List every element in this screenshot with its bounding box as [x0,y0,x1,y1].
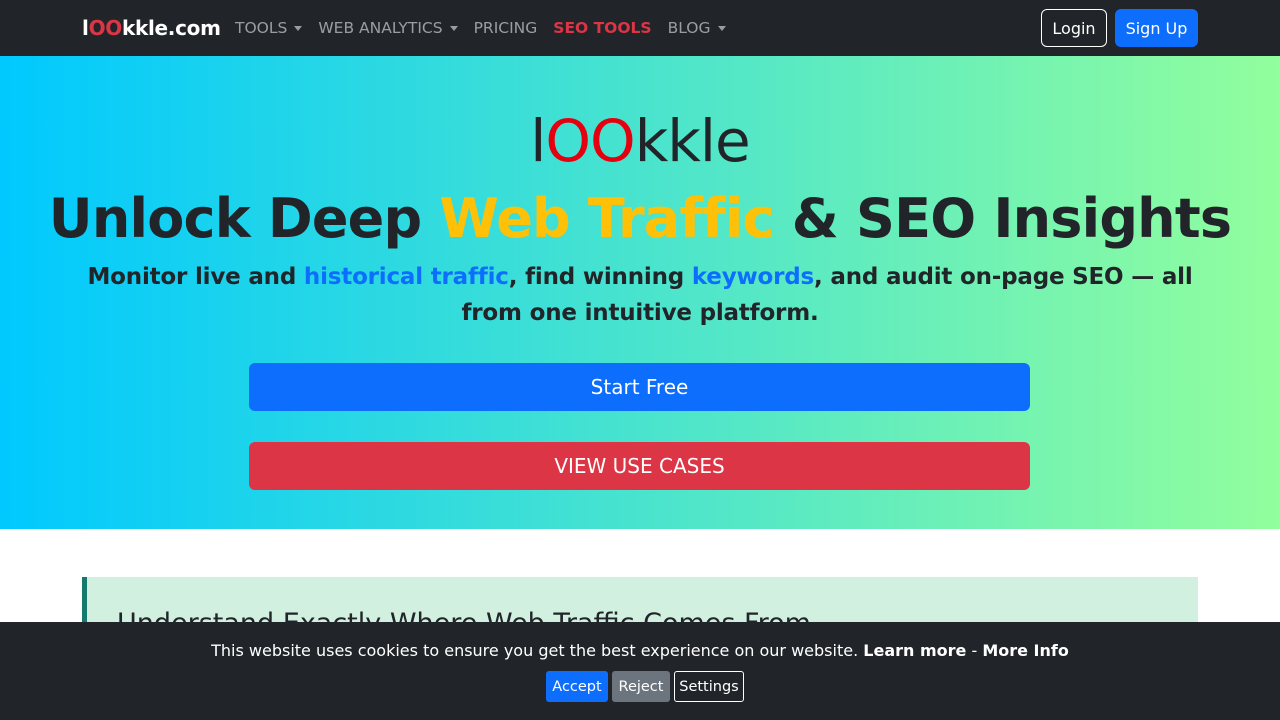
subtitle-part2: , find winning [508,264,692,290]
headline-part2: & SEO Insights [773,187,1232,250]
top-navbar: lOOkkle.com TOOLS WEB ANALYTICS PRICING … [0,0,1280,56]
nav-item-web-analytics[interactable]: WEB ANALYTICS [310,0,465,56]
nav-item-label: WEB ANALYTICS [318,19,443,37]
login-button[interactable]: Login [1041,9,1107,47]
learn-more-link[interactable]: Learn more [863,641,966,660]
brand-highlight: OO [88,16,123,40]
hero-logo-prefix: l [530,107,546,175]
cookie-message: This website uses cookies to ensure you … [0,640,1280,662]
hero-subtitle: Monitor live and historical traffic, fin… [80,259,1200,331]
headline-highlight: Web Traffic [439,187,774,250]
hero-headline: Unlock Deep Web Traffic & SEO Insights [0,186,1280,252]
cookie-separator: - [966,641,983,660]
cookie-accept-button[interactable]: Accept [546,671,608,702]
nav-item-tools[interactable]: TOOLS [227,0,310,56]
nav-item-label: SEO TOOLS [553,19,652,37]
cookie-reject-button[interactable]: Reject [612,671,670,702]
hero-section: lOOkkle Unlock Deep Web Traffic & SEO In… [0,56,1280,529]
nav-item-pricing[interactable]: PRICING [466,0,546,56]
start-free-button[interactable]: Start Free [249,363,1030,411]
nav-item-blog[interactable]: BLOG [660,0,734,56]
more-info-link[interactable]: More Info [982,641,1069,660]
brand-logo[interactable]: lOOkkle.com [82,15,221,41]
nav-item-label: BLOG [667,19,711,37]
caret-down-icon [717,26,726,31]
nav-menu: TOOLS WEB ANALYTICS PRICING SEO TOOLS BL… [227,0,734,56]
hero-logo-highlight: OO [545,107,635,175]
signup-button[interactable]: Sign Up [1115,9,1198,47]
nav-item-label: PRICING [473,19,538,37]
keywords-link[interactable]: keywords [692,264,814,290]
cookie-text: This website uses cookies to ensure you … [211,641,859,660]
nav-item-label: TOOLS [235,19,288,37]
historical-traffic-link[interactable]: historical traffic [304,264,509,290]
view-use-cases-button[interactable]: VIEW USE CASES [249,442,1030,490]
hero-logo: lOOkkle [0,108,1280,174]
brand-suffix: kkle.com [121,16,221,40]
headline-part1: Unlock Deep [48,187,440,250]
subtitle-part1: Monitor live and [87,264,304,290]
caret-down-icon [449,26,458,31]
hero-logo-suffix: kkle [634,107,751,175]
nav-item-seo-tools[interactable]: SEO TOOLS [545,0,659,56]
cookie-settings-button[interactable]: Settings [674,671,744,702]
caret-down-icon [294,26,303,31]
cookie-banner: This website uses cookies to ensure you … [0,622,1280,720]
